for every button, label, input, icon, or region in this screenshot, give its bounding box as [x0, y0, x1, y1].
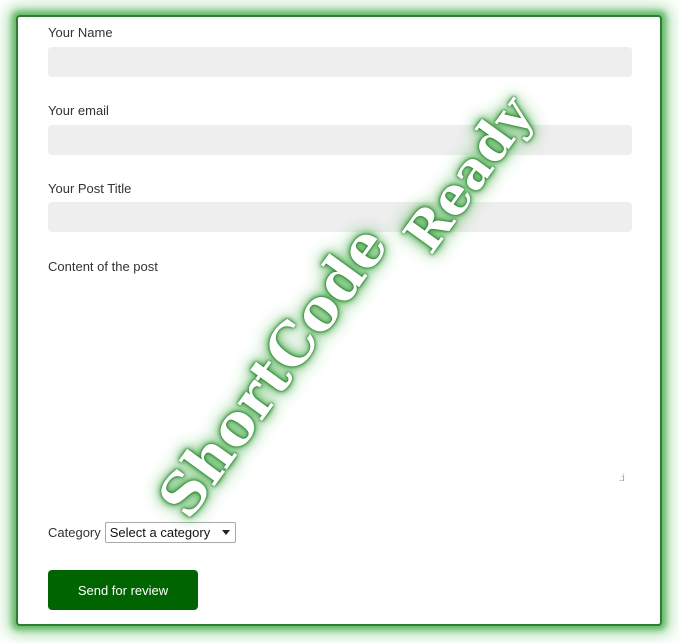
name-label: Your Name	[48, 25, 113, 40]
category-select[interactable]: Select a category	[104, 521, 236, 543]
resize-grip-icon[interactable]: .:i	[619, 474, 625, 484]
chevron-down-icon	[221, 529, 230, 535]
post-title-label: Your Post Title	[48, 181, 132, 196]
email-label: Your email	[48, 103, 109, 118]
name-field[interactable]	[48, 47, 632, 77]
email-field[interactable]	[48, 125, 632, 155]
category-label: Category	[48, 524, 101, 540]
content-label: Content of the post	[48, 259, 158, 274]
category-row: Category Select a category	[48, 521, 236, 543]
send-for-review-button[interactable]: Send for review	[48, 570, 198, 610]
